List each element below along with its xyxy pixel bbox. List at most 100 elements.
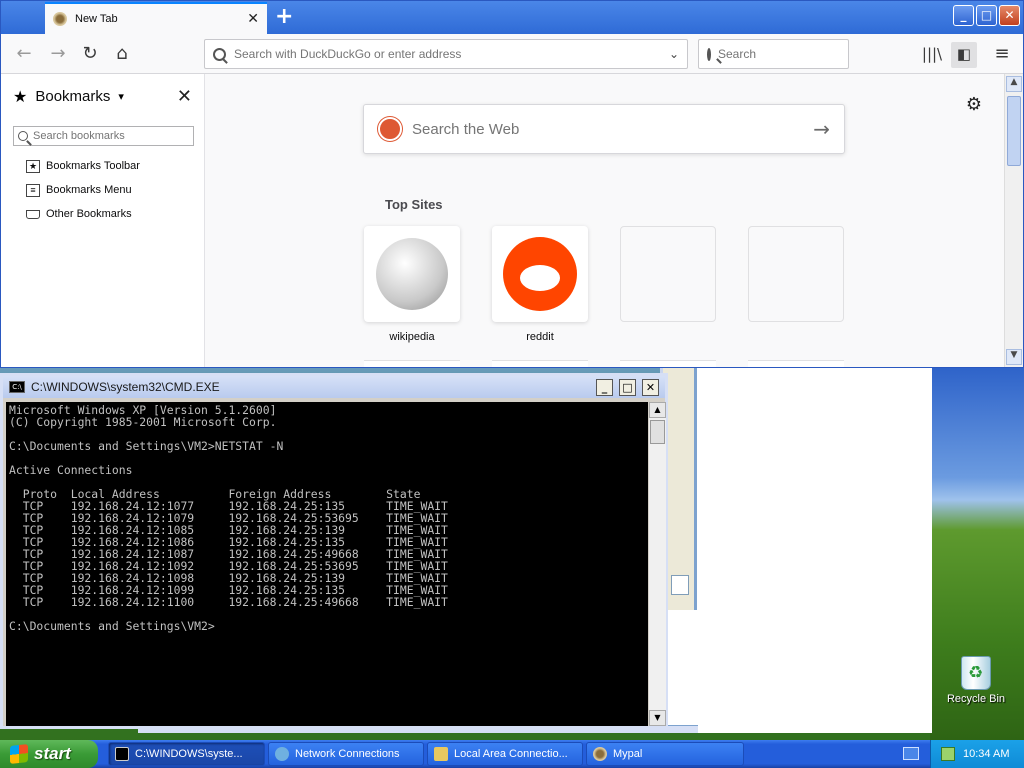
close-button[interactable]: ✕ <box>642 378 659 396</box>
browser-window: New Tab ✕ + _ □ ✕ ← → ↻ ⌂ ⌄ |||\ ◧ ≡ ★ B… <box>0 0 1024 368</box>
bookmarks-sidebar: ★ Bookmarks ▾ ✕ ★ Bookmarks Toolbar ≡ Bo… <box>1 74 205 367</box>
sidebar-item-bookmarks-toolbar[interactable]: ★ Bookmarks Toolbar <box>1 154 204 178</box>
scroll-up-arrow-icon[interactable]: ▲ <box>649 402 666 418</box>
close-tab-icon[interactable]: ✕ <box>247 11 259 27</box>
sidebar-item-label: Other Bookmarks <box>46 208 132 220</box>
top-site-label: wikipedia <box>389 331 435 343</box>
minimize-button[interactable]: _ <box>596 378 613 396</box>
top-site-tile-partial[interactable] <box>748 360 844 367</box>
top-site-tile-partial[interactable] <box>492 360 588 367</box>
close-sidebar-icon[interactable]: ✕ <box>177 86 192 107</box>
tab-title: New Tab <box>75 13 118 25</box>
new-tab-button[interactable]: + <box>275 4 293 29</box>
sidebar-item-bookmarks-menu[interactable]: ≡ Bookmarks Menu <box>1 178 204 202</box>
recycle-bin-icon <box>961 656 991 690</box>
reload-button[interactable]: ↻ <box>77 42 103 68</box>
arrow-right-icon[interactable]: → <box>813 117 830 141</box>
top-site-tile-reddit[interactable] <box>492 226 588 322</box>
search-bar[interactable] <box>698 39 873 69</box>
top-site-tile-wikipedia[interactable] <box>364 226 460 322</box>
taskbar-item-cmd[interactable]: C:\WINDOWS\syste... <box>108 742 265 766</box>
address-bar[interactable]: ⌄ <box>204 39 688 69</box>
windows-flag-icon <box>10 744 28 764</box>
top-site-tile-partial[interactable] <box>364 360 460 367</box>
start-label: start <box>34 744 71 763</box>
taskbar-item-label: Local Area Connectio... <box>454 748 568 760</box>
top-site-tile-empty[interactable] <box>748 226 844 322</box>
library-icon[interactable]: |||\ <box>919 42 945 68</box>
recycle-bin[interactable]: Recycle Bin <box>944 656 1008 705</box>
network-status-icon[interactable] <box>941 747 955 761</box>
sidebar-header: ★ Bookmarks ▾ ✕ <box>1 74 204 118</box>
cmd-titlebar[interactable]: C:\ C:\WINDOWS\system32\CMD.EXE _ □ ✕ <box>3 376 665 398</box>
start-button[interactable]: start <box>0 740 98 768</box>
scroll-down-arrow-icon[interactable]: ▼ <box>1006 349 1022 365</box>
search-bookmarks-field[interactable] <box>13 126 194 146</box>
tab-new-tab[interactable]: New Tab ✕ <box>45 2 267 34</box>
bookmark-star-icon: ★ <box>26 159 40 173</box>
search-input[interactable] <box>718 47 873 61</box>
address-input[interactable] <box>234 47 661 61</box>
taskbar-item-label: Network Connections <box>295 748 400 760</box>
reddit-logo-icon <box>503 237 577 311</box>
top-sites-heading: Top Sites <box>385 197 443 212</box>
keyboard-layout-icon[interactable] <box>903 747 919 760</box>
taskbar: start C:\WINDOWS\syste... Network Connec… <box>0 740 1024 768</box>
duckduckgo-logo-icon <box>378 117 402 141</box>
search-icon <box>18 131 28 141</box>
browser-titlebar: New Tab ✕ + _ □ ✕ <box>1 1 1023 34</box>
search-bookmarks-input[interactable] <box>33 130 183 142</box>
chevron-down-icon[interactable]: ▾ <box>118 90 124 103</box>
tray-icon <box>26 209 40 219</box>
close-window-button[interactable]: ✕ <box>999 5 1020 26</box>
gear-icon[interactable]: ⚙ <box>966 94 982 115</box>
sidebar-item-label: Bookmarks Menu <box>46 184 132 196</box>
sidebar-toggle-icon[interactable]: ◧ <box>951 42 977 68</box>
cmd-icon <box>115 747 129 761</box>
sidebar-title-button[interactable]: Bookmarks <box>35 88 110 105</box>
home-button[interactable]: ⌂ <box>109 42 135 68</box>
command-prompt-window: C:\ C:\WINDOWS\system32\CMD.EXE _ □ ✕ Mi… <box>0 373 668 729</box>
background-window-frame <box>663 365 697 610</box>
scroll-down-arrow-icon[interactable]: ▼ <box>649 710 666 726</box>
taskbar-item-mypal[interactable]: Mypal <box>586 742 744 766</box>
back-button[interactable]: ← <box>11 42 37 68</box>
web-search-input[interactable] <box>412 120 804 138</box>
search-icon <box>213 47 226 61</box>
taskbar-item-local-area-connection[interactable]: Local Area Connectio... <box>427 742 583 766</box>
taskbar-item-label: Mypal <box>613 748 643 760</box>
minimize-button[interactable]: _ <box>953 5 974 26</box>
taskbar-item-network-connections[interactable]: Network Connections <box>268 742 424 766</box>
wikipedia-logo-icon <box>376 238 448 310</box>
page-scrollbar[interactable]: ▲ ▼ <box>1004 74 1023 367</box>
tab-favicon-icon <box>53 12 67 26</box>
cmd-console[interactable]: Microsoft Windows XP [Version 5.1.2600] … <box>6 402 648 726</box>
hamburger-menu-icon[interactable]: ≡ <box>989 42 1015 68</box>
maximize-button[interactable]: □ <box>619 378 636 396</box>
recycle-bin-label: Recycle Bin <box>946 693 1006 705</box>
system-tray: 10:34 AM <box>930 740 1024 768</box>
web-search-box[interactable]: → <box>363 104 845 154</box>
sidebar-item-label: Bookmarks Toolbar <box>46 160 140 172</box>
clock[interactable]: 10:34 AM <box>963 748 1009 760</box>
navigation-toolbar: ← → ↻ ⌂ ⌄ |||\ ◧ ≡ <box>1 34 1023 74</box>
menu-list-icon: ≡ <box>26 183 40 197</box>
sidebar-item-other-bookmarks[interactable]: Other Bookmarks <box>1 202 204 226</box>
top-site-tile-empty[interactable] <box>620 226 716 322</box>
maximize-button[interactable]: □ <box>976 5 997 26</box>
forward-button[interactable]: → <box>45 42 71 68</box>
scrollbar-thumb[interactable] <box>1007 96 1021 166</box>
chevron-down-icon[interactable]: ⌄ <box>669 47 679 61</box>
cmd-scrollbar[interactable]: ▲ ▼ <box>649 402 666 726</box>
cmd-title: C:\WINDOWS\system32\CMD.EXE <box>31 380 220 394</box>
search-icon <box>707 47 711 61</box>
scroll-up-arrow-icon[interactable]: ▲ <box>1006 76 1022 92</box>
star-icon: ★ <box>13 86 28 106</box>
top-site-tile-partial[interactable] <box>620 360 716 367</box>
background-window-control <box>671 575 689 595</box>
cmd-icon: C:\ <box>9 381 25 393</box>
network-icon <box>275 747 289 761</box>
cmd-output: Microsoft Windows XP [Version 5.1.2600] … <box>9 403 448 633</box>
taskbar-item-label: C:\WINDOWS\syste... <box>135 748 243 760</box>
scrollbar-thumb[interactable] <box>650 420 665 444</box>
